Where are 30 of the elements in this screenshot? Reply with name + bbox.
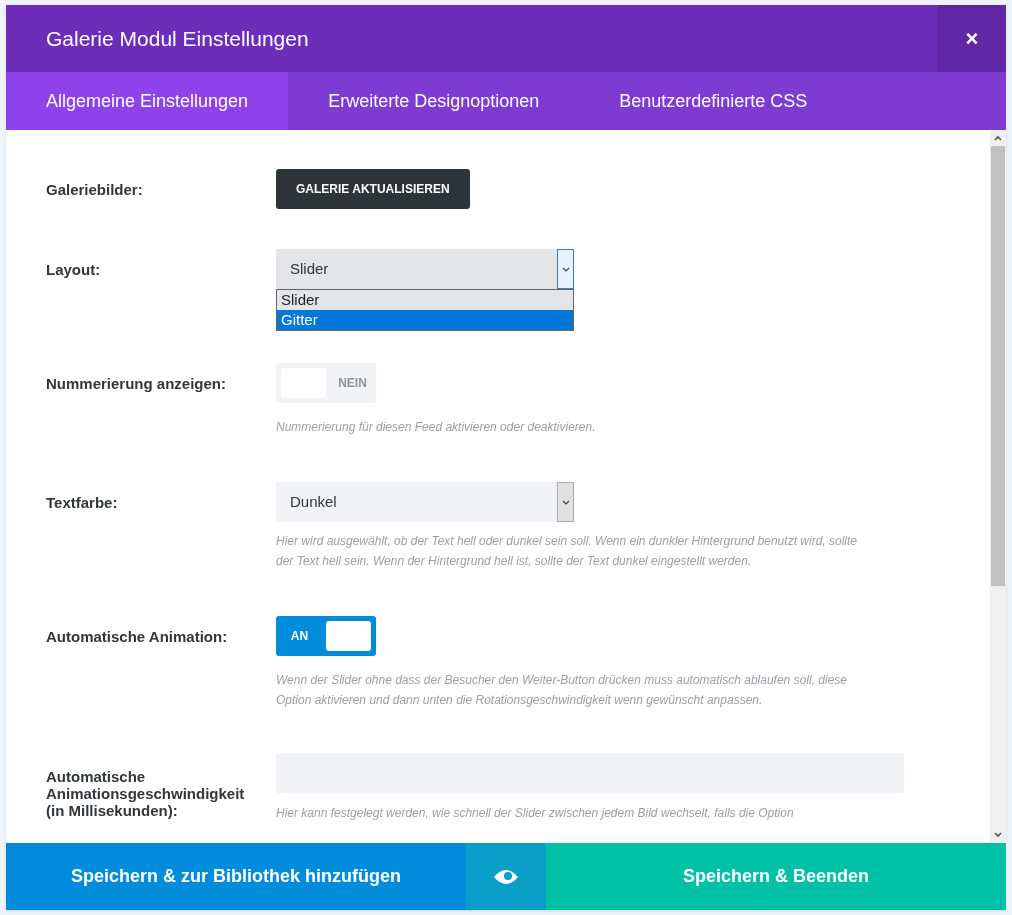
dropdown-option[interactable]: Gitter — [277, 310, 573, 330]
dropdown[interactable]: Dunkel — [276, 482, 574, 522]
save-to-library-button[interactable]: Speichern & zur Bibliothek hinzufügen — [6, 843, 466, 910]
close-button[interactable]: × — [938, 5, 1006, 72]
preview-button[interactable] — [466, 843, 546, 910]
scrollbar-thumb[interactable] — [991, 146, 1005, 586]
dropdown-option[interactable]: Slider — [277, 290, 573, 310]
help-text: Nummerierung für diesen Feed aktivieren oder deaktivieren. — [276, 419, 597, 436]
scroll-down-icon[interactable] — [994, 832, 1002, 838]
scroll-up-icon[interactable] — [994, 135, 1002, 141]
tab[interactable]: Benutzerdefinierte CSS — [579, 72, 848, 130]
field-label: Automatische Animation: — [46, 626, 229, 647]
help-text: Wenn der Slider ohne dass der Besucher den Weiter-Button drücken muss automatisch ablaufen soll, diese Option aktivieren und dann unten die Rotationsgeschwindigkeit wenn gewünscht anpassen. — [276, 672, 848, 709]
tab[interactable]: Erweiterte Designoptionen — [288, 72, 580, 130]
eye-icon — [493, 867, 519, 886]
help-text: Hier wird ausgewählt, ob der Text hell oder dunkel sein soll. Wenn ein dunkler Hintergrund benutzt wird, sollte der Text hell sein. Wenn der Hintergrund hell ist, sollte der Text dunkel eingestellt werden. — [276, 533, 858, 570]
window-title: Galerie Modul Einstellungen — [45, 25, 310, 52]
update-gallery-button[interactable]: GALERIE AKTUALISIEREN — [276, 169, 470, 209]
field-label: Automatische Animationsgeschwindigkeit (in Millisekunden): — [46, 767, 246, 821]
caret-icon — [561, 266, 570, 272]
field-label: Textfarbe: — [46, 492, 119, 513]
help-text: Hier kann festgelegt werden, wie schnell der Slider zwischen jedem Bild wechselt, falls die Option — [276, 805, 795, 822]
tab[interactable]: Allgemeine Einstellungen — [6, 72, 289, 130]
field-label: Nummerierung anzeigen: — [46, 373, 228, 394]
caret-icon — [561, 499, 570, 505]
scrollbar[interactable] — [990, 130, 1006, 843]
field-label: Layout: — [46, 259, 102, 280]
dropdown[interactable]: Slider — [276, 249, 574, 289]
field-label: Galeriebilder: — [46, 179, 144, 200]
toggle-switch[interactable]: AN — [276, 616, 376, 656]
